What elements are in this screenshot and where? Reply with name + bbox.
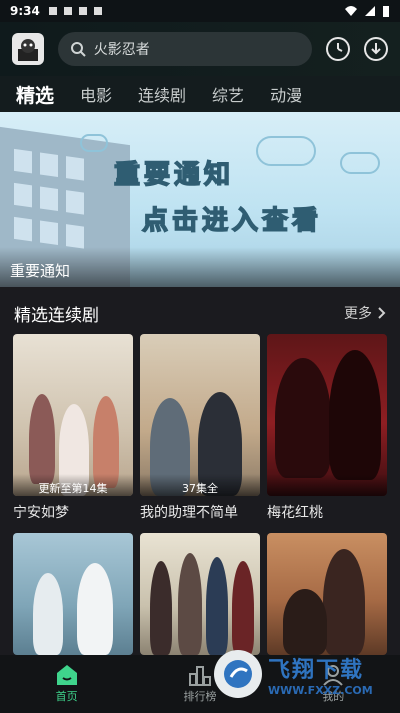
episode-badge: 37集全 (140, 474, 260, 496)
show-poster[interactable]: 更新至第14集 (13, 334, 133, 496)
battery-icon (383, 5, 389, 17)
download-icon[interactable] (364, 37, 389, 61)
show-card[interactable]: 更新至第14集 宁安如梦 (13, 334, 133, 522)
watermark-name: 飞翔下载 (268, 657, 365, 683)
app-logo[interactable] (12, 33, 44, 65)
home-icon (56, 665, 77, 685)
show-card[interactable] (13, 533, 133, 661)
search-icon (70, 42, 86, 57)
tab-featured[interactable]: 精选 (16, 81, 54, 108)
category-tabs: 精选 电影 连续剧 综艺 动漫 (0, 76, 400, 112)
watermark-url: WWW.FXXZ.COM (268, 683, 373, 697)
show-card[interactable]: 梅花红桃 (267, 334, 387, 522)
chevron-right-icon (378, 307, 386, 319)
notification-icon (78, 7, 87, 15)
search-bar[interactable]: 火影忍者 (57, 32, 313, 66)
nav-ranking-label: 排行榜 (183, 690, 217, 703)
tab-anime[interactable]: 动漫 (270, 82, 302, 106)
section-title: 精选连续剧 (14, 305, 99, 326)
watermark: 飞翔下载 WWW.FXXZ.COM (214, 646, 394, 702)
show-title: 梅花红桃 (267, 505, 323, 521)
show-title: 我的助理不简单 (140, 505, 238, 521)
notification-icon (63, 7, 72, 15)
status-bar: 9:34 (0, 0, 400, 22)
more-link[interactable]: 更多 (344, 303, 386, 323)
show-title: 宁安如梦 (13, 505, 69, 521)
banner-caption: 重要通知 (0, 247, 400, 287)
section-header: 精选连续剧 更多 (0, 297, 400, 329)
notice-banner[interactable]: 重要通知 点击进入查看 重要通知 (0, 112, 400, 287)
show-poster[interactable] (267, 533, 387, 655)
notice-text: 重要通知 点击进入查看 (100, 148, 390, 243)
notice-subtitle: 点击进入查看 (141, 205, 323, 237)
show-poster[interactable] (140, 533, 260, 655)
show-poster[interactable] (267, 334, 387, 496)
tab-movies[interactable]: 电影 (80, 82, 112, 106)
notice-title: 重要通知 (113, 159, 235, 191)
show-card[interactable]: 37集全 我的助理不简单 (140, 334, 260, 522)
history-icon[interactable] (326, 37, 351, 61)
nav-home[interactable]: 首页 (27, 664, 107, 704)
notification-icon (48, 7, 57, 15)
ranking-icon (188, 666, 211, 686)
show-card[interactable] (140, 533, 260, 661)
logo-icon (17, 39, 38, 61)
show-card[interactable] (267, 533, 387, 661)
top-bar: 火影忍者 (0, 22, 400, 76)
show-poster[interactable] (13, 533, 133, 655)
tab-series[interactable]: 连续剧 (138, 82, 186, 106)
search-placeholder: 火影忍者 (93, 42, 150, 58)
notification-icon (93, 7, 102, 15)
watermark-logo-icon (214, 650, 262, 698)
show-poster[interactable]: 37集全 (140, 334, 260, 496)
signal-icon (365, 6, 375, 16)
tab-variety[interactable]: 综艺 (212, 82, 244, 106)
nav-home-label: 首页 (55, 690, 78, 703)
episode-badge (267, 474, 387, 496)
wifi-icon (345, 6, 357, 16)
status-time: 9:34 (10, 4, 40, 18)
more-label: 更多 (344, 306, 372, 322)
episode-badge: 更新至第14集 (13, 474, 133, 496)
